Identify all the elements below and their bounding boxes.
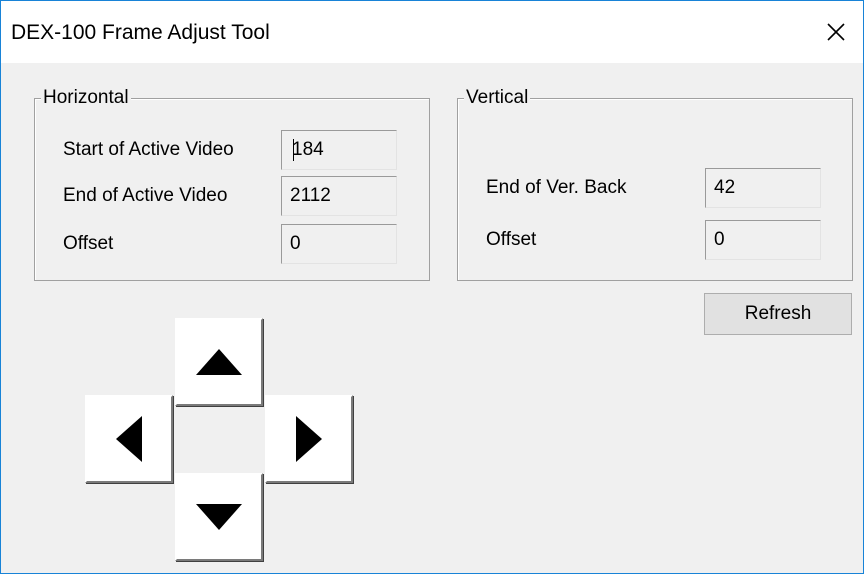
horizontal-offset-field[interactable]: 0 xyxy=(281,224,397,264)
end-active-video-field[interactable]: 2112 xyxy=(281,176,397,216)
end-active-video-label: End of Active Video xyxy=(63,185,228,206)
window-title: DEX-100 Frame Adjust Tool xyxy=(11,21,270,44)
arrow-right-icon xyxy=(296,416,322,462)
vertical-legend: Vertical xyxy=(464,86,531,110)
end-ver-back-field[interactable]: 42 xyxy=(705,168,821,208)
vertical-offset-field[interactable]: 0 xyxy=(705,220,821,260)
start-active-video-label: Start of Active Video xyxy=(63,139,234,160)
horizontal-legend: Horizontal xyxy=(41,86,131,110)
refresh-button[interactable]: Refresh xyxy=(704,293,852,335)
start-active-video-field[interactable]: 184 xyxy=(281,130,397,170)
title-bar: DEX-100 Frame Adjust Tool xyxy=(1,1,863,63)
arrow-down-button[interactable] xyxy=(175,473,263,561)
arrow-right-button[interactable] xyxy=(265,395,353,483)
arrow-up-button[interactable] xyxy=(175,318,263,406)
end-active-video-value: 2112 xyxy=(290,185,331,206)
vertical-offset-value: 0 xyxy=(714,229,725,250)
end-ver-back-value: 42 xyxy=(714,177,736,198)
close-button[interactable] xyxy=(809,1,863,63)
start-active-video-value: 184 xyxy=(292,139,324,160)
arrow-left-icon xyxy=(116,416,142,462)
arrow-down-icon xyxy=(196,504,242,530)
horizontal-offset-value: 0 xyxy=(290,233,301,254)
arrow-up-icon xyxy=(196,349,242,375)
vertical-offset-label: Offset xyxy=(486,229,537,250)
close-icon xyxy=(827,23,845,41)
end-ver-back-label: End of Ver. Back xyxy=(486,177,627,198)
horizontal-offset-label: Offset xyxy=(63,233,114,254)
horizontal-groupbox: Horizontal Start of Active Video 184 End… xyxy=(34,86,430,281)
dialog-window: DEX-100 Frame Adjust Tool Horizontal Sta… xyxy=(0,0,864,574)
vertical-groupbox: Vertical End of Ver. Back 42 Offset 0 xyxy=(457,86,853,281)
arrow-left-button[interactable] xyxy=(85,395,173,483)
